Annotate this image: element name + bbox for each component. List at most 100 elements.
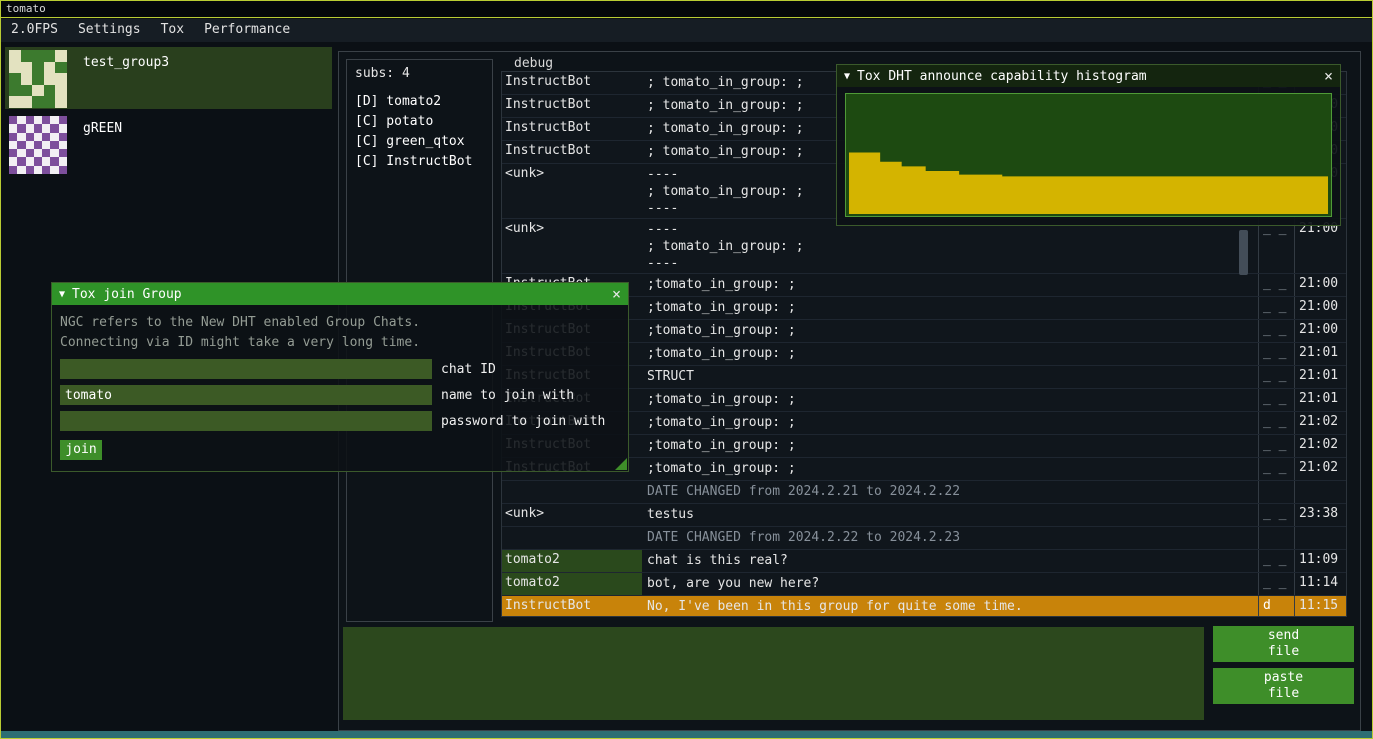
member-c-green-qtox[interactable]: [C] green_qtox [355, 132, 484, 152]
contact-name: gREEN [83, 116, 122, 136]
close-icon[interactable]: × [1324, 69, 1333, 84]
join-field-password-to-join-with[interactable] [60, 411, 432, 431]
message-line: ;tomato_in_group: ; [647, 437, 1258, 454]
join-field-name-to-join-with[interactable] [60, 385, 432, 405]
message-time: 21:00 [1294, 219, 1346, 273]
histogram-plot-area[interactable] [845, 93, 1332, 217]
menu-bar: 2.0FPSSettingsToxPerformance [1, 19, 1372, 42]
chat-system-row: DATE CHANGED from 2024.2.22 to 2024.2.23 [502, 527, 1346, 550]
app-window: tomato 2.0FPSSettingsToxPerformance test… [0, 0, 1373, 739]
message-flags [1258, 527, 1294, 549]
collapse-arrow-icon[interactable]: ▼ [59, 289, 65, 300]
member-d-tomato2[interactable]: [D] tomato2 [355, 92, 484, 112]
sender-name: InstructBot [502, 95, 642, 117]
join-window-title: Tox join Group [72, 287, 604, 302]
message-text: ;tomato_in_group: ; [642, 274, 1258, 296]
join-button[interactable]: join [60, 440, 102, 460]
chat-message-row[interactable]: <unk>----; tomato_in_group: ;----_ _21:0… [502, 219, 1346, 274]
chat-message-row[interactable]: tomato2 chat is this real?_ _11:09 [502, 550, 1346, 573]
menu-item-settings[interactable]: Settings [68, 19, 151, 42]
chat-system-row: DATE CHANGED from 2024.2.21 to 2024.2.22 [502, 481, 1346, 504]
join-fields: chat IDname to join withpassword to join… [60, 359, 620, 431]
contact-list: test_group3 gREEN [5, 47, 332, 175]
message-line: ;tomato_in_group: ; [647, 299, 1258, 316]
message-flags: _ _ [1258, 366, 1294, 388]
contact-green[interactable]: gREEN [5, 113, 332, 175]
sender-name: InstructBot [502, 596, 642, 617]
sender-name: InstructBot [502, 141, 642, 163]
message-time: 21:00 [1294, 320, 1346, 342]
message-time: 21:02 [1294, 458, 1346, 480]
system-text: DATE CHANGED from 2024.2.22 to 2024.2.23 [642, 527, 1258, 549]
message-line: ;tomato_in_group: ; [647, 276, 1258, 293]
histogram-window-titlebar[interactable]: ▼ Tox DHT announce capability histogram … [837, 65, 1340, 87]
message-flags: _ _ [1258, 343, 1294, 365]
message-time: 21:02 [1294, 412, 1346, 434]
message-line: ---- [647, 255, 1258, 272]
collapse-arrow-icon[interactable]: ▼ [844, 71, 850, 82]
message-flags: _ _ [1258, 274, 1294, 296]
paste-file-button[interactable]: paste file [1213, 668, 1354, 704]
message-flags: _ _ [1258, 435, 1294, 457]
message-flags [1258, 481, 1294, 503]
message-time: 21:01 [1294, 366, 1346, 388]
join-field-chat-id[interactable] [60, 359, 432, 379]
member-c-potato[interactable]: [C] potato [355, 112, 484, 132]
send-file-button[interactable]: send file [1213, 626, 1354, 662]
message-line: ;tomato_in_group: ; [647, 391, 1258, 408]
message-time [1294, 527, 1346, 549]
chat-header[interactable]: debug [514, 56, 553, 71]
sender-name: tomato2 [502, 573, 642, 595]
join-field-row: chat ID [60, 359, 620, 379]
sender-name: InstructBot [502, 118, 642, 140]
message-line: ;tomato_in_group: ; [647, 345, 1258, 362]
bottom-border-strip [1, 731, 1372, 738]
member-list: [D] tomato2[C] potato[C] green_qtox[C] I… [355, 92, 484, 172]
contact-name: test_group3 [83, 50, 169, 70]
message-text: ;tomato_in_group: ; [642, 297, 1258, 319]
chat-message-row[interactable]: <unk>testus_ _23:38 [502, 504, 1346, 527]
message-flags: _ _ [1258, 504, 1294, 526]
message-text: ;tomato_in_group: ; [642, 435, 1258, 457]
message-line: ; tomato_in_group: ; [647, 238, 1258, 255]
menu-item-tox[interactable]: Tox [151, 19, 194, 42]
message-text: STRUCT [642, 366, 1258, 388]
message-text: bot, are you new here? [642, 573, 1258, 595]
message-text: ;tomato_in_group: ; [642, 343, 1258, 365]
window-title: tomato [6, 2, 46, 15]
message-flags: _ _ [1258, 458, 1294, 480]
message-flags: _ _ [1258, 573, 1294, 595]
system-text: DATE CHANGED from 2024.2.21 to 2024.2.22 [642, 481, 1258, 503]
message-flags: _ _ [1258, 297, 1294, 319]
message-line: chat is this real? [647, 552, 1258, 569]
message-time: 23:38 [1294, 504, 1346, 526]
histogram-plot-svg [846, 94, 1331, 216]
message-flags: _ _ [1258, 219, 1294, 273]
message-time: 21:00 [1294, 274, 1346, 296]
message-text: ;tomato_in_group: ; [642, 458, 1258, 480]
message-flags: _ _ [1258, 412, 1294, 434]
sender-name: tomato2 [502, 550, 642, 572]
chat-message-row[interactable]: InstructBot No, I've been in this group f… [502, 596, 1346, 617]
contact-test-group3[interactable]: test_group3 [5, 47, 332, 109]
resize-grip-handle[interactable] [615, 458, 627, 470]
menu-item-performance[interactable]: Performance [194, 19, 300, 42]
message-time: 21:01 [1294, 389, 1346, 411]
message-time: 11:09 [1294, 550, 1346, 572]
menu-item-2-0fps[interactable]: 2.0FPS [1, 19, 68, 42]
sender-name: InstructBot [502, 72, 642, 94]
chat-scrollbar-thumb[interactable] [1239, 230, 1248, 275]
member-c-instructbot[interactable]: [C] InstructBot [355, 152, 484, 172]
join-info-line-2: Connecting via ID might take a very long… [60, 333, 620, 353]
window-titlebar: tomato [1, 1, 1372, 18]
message-flags: _ _ [1258, 550, 1294, 572]
chat-message-row[interactable]: tomato2bot, are you new here?_ _11:14 [502, 573, 1346, 596]
join-field-row: password to join with [60, 411, 620, 431]
message-input[interactable] [343, 627, 1204, 720]
message-flags: _ _ [1258, 320, 1294, 342]
message-line: No, I've been in this group for quite so… [647, 598, 1258, 615]
close-icon[interactable]: × [612, 287, 621, 302]
sender-name: <unk> [502, 504, 642, 526]
message-text: ----; tomato_in_group: ;---- [642, 219, 1258, 273]
join-window-titlebar[interactable]: ▼ Tox join Group × [52, 283, 628, 305]
